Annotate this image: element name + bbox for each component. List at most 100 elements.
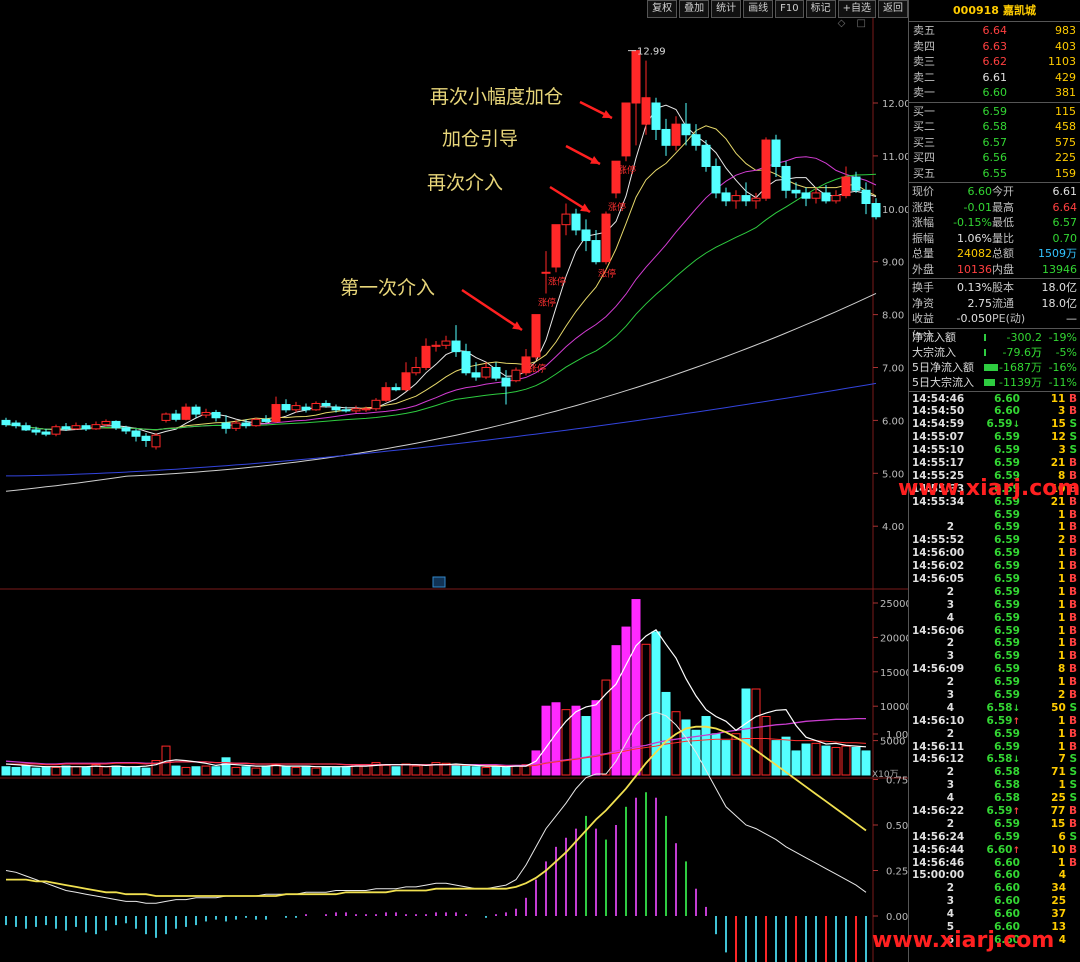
- tick-volume: 1 B: [1020, 741, 1077, 754]
- quote-cell: 总量: [912, 247, 934, 260]
- toolbar-button[interactable]: 统计: [711, 0, 742, 18]
- toolbar-button[interactable]: 画线: [743, 0, 774, 18]
- tick-row: 14:54:59 6.59↓ 15 S: [909, 418, 1080, 431]
- order_book.asks-row: 卖五 6.64 983: [909, 23, 1080, 39]
- candle-body: [651, 102, 661, 130]
- tick-volume-value: 1: [1058, 650, 1069, 663]
- toolbar-button[interactable]: +自选: [837, 0, 876, 18]
- tick-direction: S: [1069, 779, 1077, 792]
- toolbar-button[interactable]: F10: [775, 0, 804, 18]
- candle-body: [671, 123, 681, 146]
- quote-cell: 2.75: [967, 296, 993, 310]
- tick-direction: S: [1069, 753, 1077, 766]
- macd-tick-label: 0.00: [886, 912, 908, 923]
- tick-price: 6.58↓: [974, 753, 1020, 767]
- kline-chart-area[interactable]: 12.00 11.00 10.00 9.00 8.00 7.00 6.00 5.00 4.00 2…: [0, 0, 908, 962]
- candle-body: [81, 425, 91, 430]
- fund-flow-row: 净流入额 -300.2万 -19%: [909, 330, 1080, 359]
- tick-volume-value: 1: [1058, 624, 1069, 637]
- candle-body: [31, 429, 41, 433]
- toolbar-button[interactable]: 标记: [805, 0, 836, 18]
- candle-body: [751, 197, 761, 202]
- tick-row: 14:55:17 6.59 21 B: [909, 457, 1080, 470]
- tick-list[interactable]: 14:54:46 6.60 11 B 14:54:50 6.60 3 B 14:54:59 6…: [909, 392, 1080, 947]
- tick-volume: 1 B: [1020, 560, 1077, 573]
- quote-grid: 现价 6.60 今开 6.61 涨跌 -0.01 最高 6.64 涨幅 -0.15% 最低 6.57 振…: [909, 183, 1080, 279]
- candle-body: [91, 424, 101, 430]
- tick-volume-value: 1: [1058, 740, 1069, 753]
- candle-body: [341, 409, 351, 412]
- limit-up-label: 涨停: [528, 363, 546, 375]
- tick-row: 2 6.59 1 B: [909, 676, 1080, 689]
- quote-cell: 0.70: [1052, 231, 1078, 245]
- volume-bar: [801, 743, 811, 776]
- up-arrow-icon: ↑: [1012, 716, 1020, 727]
- toolbar-button[interactable]: 返回: [878, 0, 908, 18]
- quote-cell: 24082: [957, 247, 992, 260]
- fund-flow-row: 大宗流入 -79.6万 -5%: [909, 345, 1080, 360]
- tick-row: 4 6.58↓ 50 S: [909, 702, 1080, 715]
- tick-price-value: 6.60: [986, 843, 1013, 856]
- candle-body: [231, 422, 241, 429]
- quote-cell: 振幅: [912, 231, 934, 245]
- stock-code: 000918: [953, 4, 999, 17]
- candle-body: [711, 165, 721, 194]
- order_book.asks-volume: 403: [1055, 39, 1076, 53]
- stock-header[interactable]: 000918 嘉凯城: [909, 0, 1080, 22]
- candle-body: [621, 102, 631, 157]
- candle-body: [741, 195, 751, 202]
- candle-body: [801, 192, 811, 199]
- volume-bar: [191, 766, 201, 776]
- tick-row: 2 6.60 34: [909, 882, 1080, 895]
- candle-body: [571, 213, 581, 231]
- volume-bar: [561, 709, 571, 776]
- tick-price-value: 6.58: [986, 701, 1013, 714]
- order_book.asks-label: 卖四: [913, 39, 935, 53]
- fund-flow-label: 大宗流入: [912, 345, 956, 359]
- tick-direction: B: [1068, 727, 1077, 740]
- tick-price: 6.59↓: [974, 418, 1020, 432]
- order_book.asks-row: 卖三 6.62 1103: [909, 54, 1080, 70]
- quote-cell: 10136: [957, 262, 992, 276]
- order_book.bids-label: 买四: [913, 151, 935, 164]
- fund-flow-row: 5日大宗流入 -1139万 -11%: [909, 375, 1080, 390]
- tick-row: 3 6.59 1 B: [909, 650, 1080, 663]
- quote-cell: 18.0亿: [1041, 296, 1078, 310]
- tick-price-value: 6.60: [994, 392, 1020, 405]
- tick-volume-value: 77: [1050, 805, 1069, 817]
- order_book.asks-label: 卖二: [913, 70, 935, 84]
- fund-flow-bar-fill: [984, 333, 986, 341]
- tick-volume-value: 71: [1051, 766, 1070, 779]
- tick-volume: 1 B: [1020, 650, 1077, 663]
- candle-body: [101, 420, 111, 426]
- volume-bar: [381, 764, 391, 776]
- tick-row: 2 6.59 15 B: [909, 818, 1080, 831]
- tick-price: 6.59: [974, 573, 1020, 586]
- tick-direction: B: [1068, 547, 1077, 560]
- tick-volume: 1 S: [1020, 779, 1077, 792]
- volume-bar: [491, 765, 501, 776]
- tick-price: 6.59↑: [974, 715, 1020, 729]
- tick-direction: B: [1068, 805, 1077, 817]
- window-controls[interactable]: ◇ □: [838, 18, 870, 29]
- tick-time: 3: [946, 688, 954, 701]
- volume-bar: [771, 740, 781, 776]
- order_book.bids-volume: 159: [1055, 166, 1076, 180]
- order_book.asks-price: 6.63: [982, 39, 1008, 53]
- toolbar-button[interactable]: 叠加: [679, 0, 710, 18]
- tick-volume-value: 12: [1051, 431, 1070, 444]
- tick-price: 6.59: [974, 831, 1020, 844]
- tick-time: 3: [946, 650, 954, 663]
- tick-row: 14:56:06 6.59 1 B: [909, 625, 1080, 638]
- tick-price: 6.59: [974, 741, 1020, 754]
- tick-time: [912, 509, 974, 522]
- candle-body: [461, 351, 471, 374]
- tick-row: 2 6.59 1 B: [909, 637, 1080, 650]
- volume-bar: [301, 765, 311, 776]
- candle-body: [241, 422, 251, 427]
- toolbar-button[interactable]: 复权: [647, 0, 678, 18]
- quote-cell: 6.64: [1052, 200, 1078, 214]
- tick-volume: 50 S: [1020, 702, 1077, 716]
- volume-bar: [1, 766, 11, 776]
- tick-direction: B: [1068, 405, 1077, 418]
